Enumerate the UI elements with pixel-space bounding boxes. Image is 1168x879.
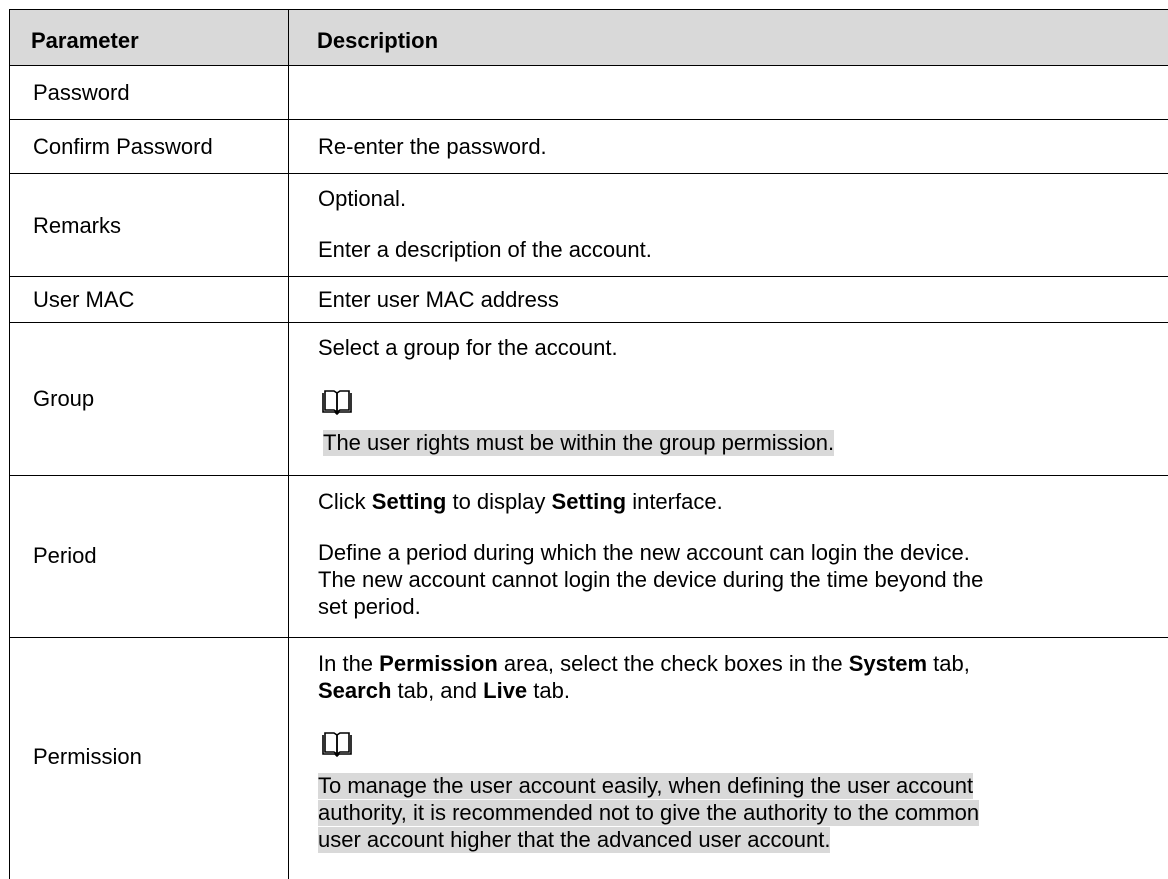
note-group: The user rights must be within the group…: [323, 430, 835, 456]
desc-period-4: set period.: [318, 594, 421, 619]
book-icon: [322, 390, 352, 415]
desc-period-3: The new account cannot login the device …: [318, 567, 984, 592]
book-icon: [322, 732, 352, 757]
note-permission-1: To manage the user account easily, when …: [318, 773, 974, 799]
divider: [9, 65, 1168, 66]
desc-remarks-2: Enter a description of the account.: [318, 237, 652, 262]
param-password: Password: [33, 80, 130, 105]
desc-period-1: Click Setting to display Setting interfa…: [318, 489, 723, 514]
param-remarks: Remarks: [33, 213, 122, 238]
divider: [9, 322, 1168, 323]
desc-period-2: Define a period during which the new acc…: [318, 540, 970, 565]
divider: [9, 475, 1168, 476]
param-confirm-password: Confirm Password: [33, 134, 213, 159]
desc-user-mac: Enter user MAC address: [318, 287, 559, 312]
parameter-table: Parameter Description Password Confirm P…: [0, 0, 1168, 879]
header-parameter: Parameter: [31, 28, 139, 53]
desc-permission-1: In the Permission area, select the check…: [318, 651, 970, 676]
note-permission-2: authority, it is recommended not to give…: [318, 800, 980, 826]
divider: [9, 119, 1168, 120]
desc-confirm-password: Re-enter the password.: [318, 134, 547, 159]
param-period: Period: [33, 543, 97, 568]
divider: [9, 9, 1168, 10]
desc-permission-2: Search tab, and Live tab.: [318, 678, 570, 703]
note-permission-3: user account higher that the advanced us…: [318, 827, 831, 853]
divider: [9, 276, 1168, 277]
desc-remarks-1: Optional.: [318, 186, 407, 211]
param-permission: Permission: [33, 744, 142, 769]
param-group: Group: [33, 386, 95, 411]
param-user-mac: User MAC: [33, 287, 135, 312]
header-description: Description: [317, 28, 439, 53]
divider: [288, 9, 289, 879]
divider: [9, 637, 1168, 638]
table-header: [9, 10, 1168, 65]
desc-group: Select a group for the account.: [318, 335, 618, 360]
divider: [9, 9, 10, 879]
divider: [9, 173, 1168, 174]
